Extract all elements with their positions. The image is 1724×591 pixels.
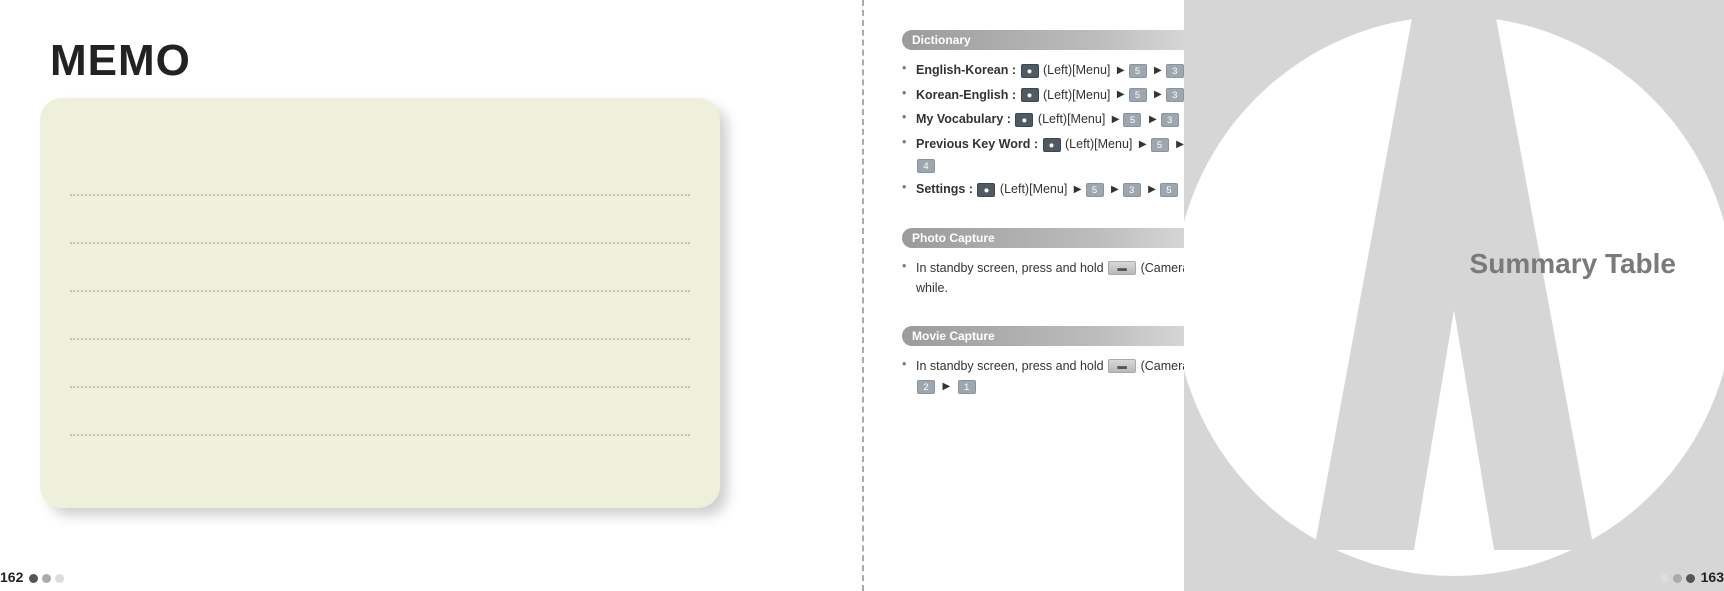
numkey: 5	[1151, 138, 1169, 152]
memo-title: MEMO	[50, 36, 822, 86]
photo-text-pre: In standby screen, press and hold	[916, 261, 1107, 275]
movie-item: In standby screen, press and hold ▬ (Cam…	[902, 354, 1230, 399]
dict-item-settings: Settings : ● (Left)[Menu] ▶ 5 ▶ 3 ▶ 5	[902, 177, 1230, 202]
item-label: My Vocabulary :	[916, 112, 1011, 126]
left-page-number: 162	[0, 569, 66, 585]
arrow-icon: ▶	[1112, 110, 1120, 130]
dictionary-list: English-Korean : ● (Left)[Menu] ▶5 ▶3 ▶1…	[902, 58, 1230, 202]
page-num: 163	[1701, 569, 1724, 585]
numkey: 3	[1161, 113, 1179, 127]
memo-line	[70, 244, 690, 292]
arrow-icon: ▶	[1117, 85, 1125, 105]
menu-text: (Left)[Menu]	[1000, 182, 1067, 196]
item-label: Settings :	[916, 182, 973, 196]
numkey: 5	[1086, 183, 1104, 197]
footer-dots-right	[1658, 569, 1697, 585]
page-spread: MEMO 162 Dictionary English-Korean : ●	[0, 0, 1724, 591]
numkey: 2	[917, 380, 935, 394]
dict-item-my-vocabulary: My Vocabulary : ● (Left)[Menu] ▶5 ▶3 ▶3	[902, 107, 1230, 132]
numkey: 4	[917, 159, 935, 173]
menu-text: (Left)[Menu]	[1038, 112, 1105, 126]
arrow-icon: ▶	[1154, 85, 1162, 105]
dictionary-header: Dictionary	[902, 30, 1230, 50]
menu-key-icon: ●	[1015, 113, 1033, 127]
photo-item: In standby screen, press and hold ▬ (Cam…	[902, 256, 1230, 300]
menu-key-icon: ●	[1021, 88, 1039, 102]
item-label: English-Korean :	[916, 63, 1016, 77]
menu-text: (Left)[Menu]	[1043, 63, 1110, 77]
arrow-icon: ▶	[1111, 180, 1119, 200]
summary-title: Summary Table	[1470, 248, 1676, 280]
dict-item-korean-english: Korean-English : ● (Left)[Menu] ▶5 ▶3 ▶2	[902, 83, 1230, 108]
dict-item-previous-keyword: Previous Key Word : ● (Left)[Menu] ▶5 ▶3…	[902, 132, 1230, 177]
left-page: MEMO 162	[0, 0, 862, 591]
movie-list: In standby screen, press and hold ▬ (Cam…	[902, 354, 1230, 399]
right-page: Dictionary English-Korean : ● (Left)[Men…	[862, 0, 1724, 591]
right-column: Dictionary English-Korean : ● (Left)[Men…	[902, 30, 1230, 425]
arrow-icon: ▶	[1148, 180, 1156, 200]
menu-text: (Left)[Menu]	[1065, 137, 1132, 151]
camera-key-icon: ▬	[1108, 261, 1136, 275]
menu-key-icon: ●	[1021, 64, 1039, 78]
footer-dots-left	[27, 569, 66, 585]
memo-line	[70, 148, 690, 196]
photo-header: Photo Capture	[902, 228, 1230, 248]
item-label: Korean-English :	[916, 88, 1016, 102]
camera-key-icon: ▬	[1108, 359, 1136, 373]
photo-list: In standby screen, press and hold ▬ (Cam…	[902, 256, 1230, 300]
movie-text-pre: In standby screen, press and hold	[916, 359, 1107, 373]
memo-line	[70, 388, 690, 436]
menu-text: (Left)[Menu]	[1043, 88, 1110, 102]
menu-key-icon: ●	[977, 183, 995, 197]
arrow-icon: ▶	[1117, 61, 1125, 81]
dict-item-english-korean: English-Korean : ● (Left)[Menu] ▶5 ▶3 ▶1	[902, 58, 1230, 83]
movie-header: Movie Capture	[902, 326, 1230, 346]
numkey: 3	[1123, 183, 1141, 197]
numkey: 5	[1129, 64, 1147, 78]
numkey: 3	[1166, 88, 1184, 102]
right-page-number: 163	[1658, 569, 1724, 585]
memo-line	[70, 340, 690, 388]
numkey: 3	[1166, 64, 1184, 78]
arrow-icon: ▶	[1154, 61, 1162, 81]
arrow-icon: ▶	[1139, 135, 1147, 155]
item-label: Previous Key Word :	[916, 137, 1038, 151]
numkey: 1	[958, 380, 976, 394]
menu-key-icon: ●	[1043, 138, 1061, 152]
memo-card	[40, 98, 720, 508]
arrow-icon: ▶	[1074, 180, 1082, 200]
page-num: 162	[0, 569, 23, 585]
logo-panel: Summary Table	[1184, 0, 1724, 591]
numkey: 5	[1160, 183, 1178, 197]
arrow-icon: ▶	[1176, 135, 1184, 155]
memo-line	[70, 196, 690, 244]
arrow-icon: ▶	[942, 377, 950, 397]
numkey: 5	[1129, 88, 1147, 102]
memo-line	[70, 292, 690, 340]
numkey: 5	[1123, 113, 1141, 127]
memo-line	[70, 436, 690, 484]
arrow-icon: ▶	[1149, 110, 1157, 130]
